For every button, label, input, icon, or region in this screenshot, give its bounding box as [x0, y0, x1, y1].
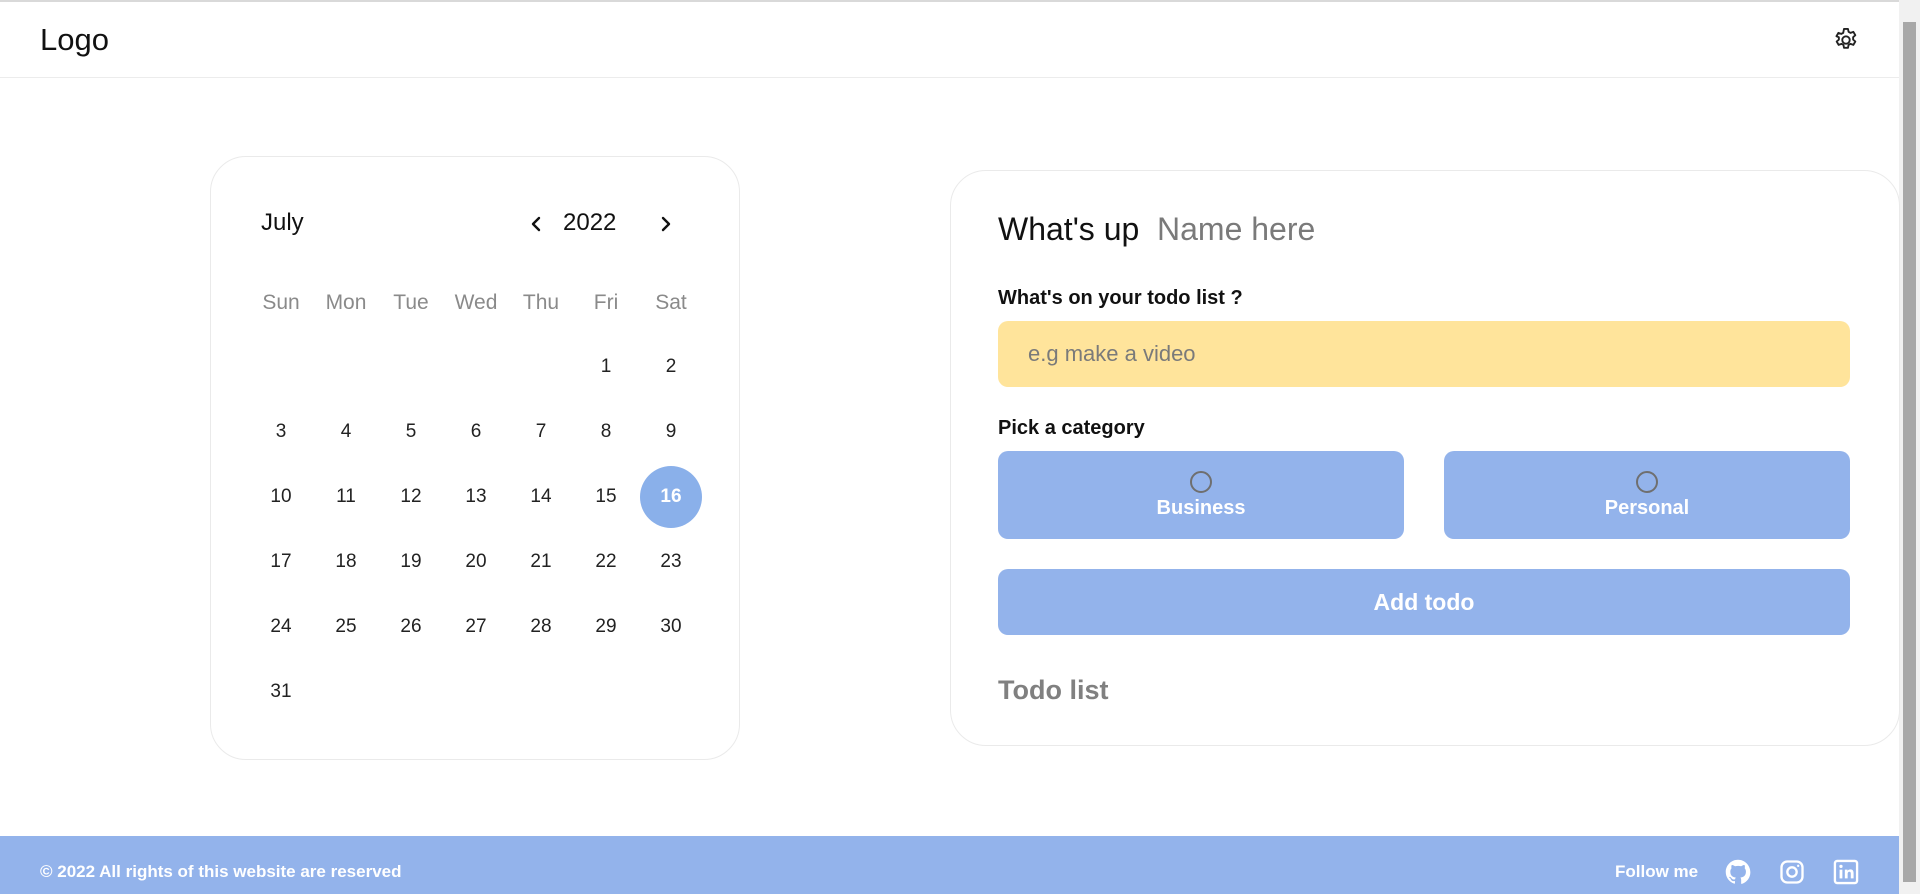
scrollbar-thumb[interactable] — [1903, 22, 1916, 882]
header: Logo — [0, 2, 1899, 78]
calendar-day[interactable]: 21 — [510, 531, 572, 593]
category-label: Pick a category — [998, 417, 1145, 439]
calendar-day[interactable]: 13 — [445, 466, 507, 528]
calendar-day[interactable]: 25 — [315, 596, 377, 658]
business-radio[interactable] — [1190, 471, 1212, 493]
linkedin-icon[interactable] — [1832, 858, 1860, 886]
calendar-day[interactable]: 23 — [640, 531, 702, 593]
calendar-day[interactable]: 26 — [380, 596, 442, 658]
greeting-text: What's up — [998, 211, 1140, 247]
category-business-option[interactable]: Business — [998, 451, 1404, 539]
todo-list-title: Todo list — [998, 675, 1109, 705]
category-personal-label: Personal — [1604, 497, 1690, 519]
todo-input[interactable] — [998, 321, 1850, 387]
calendar-day[interactable]: 22 — [575, 531, 637, 593]
calendar: July 2022 Sun Mon Tue Wed Thu Fri Sat 1 2 3 4 5 6 7 8 9… — [210, 156, 740, 760]
footer: © 2022 All rights of this website are re… — [0, 836, 1899, 894]
calendar-day[interactable]: 9 — [640, 401, 702, 463]
follow-me-label: Follow me — [1615, 862, 1699, 881]
calendar-day[interactable]: 4 — [315, 401, 377, 463]
calendar-day[interactable]: 10 — [250, 466, 312, 528]
chevron-left-icon[interactable] — [521, 209, 551, 239]
personal-radio[interactable] — [1636, 471, 1658, 493]
calendar-day[interactable]: 17 — [250, 531, 312, 593]
add-todo-button[interactable]: Add todo — [998, 569, 1850, 635]
chevron-right-icon[interactable] — [651, 209, 681, 239]
calendar-day-selected[interactable]: 16 — [640, 466, 702, 528]
calendar-day[interactable]: 1 — [575, 336, 637, 398]
copyright-text: © 2022 All rights of this website are re… — [40, 862, 402, 881]
calendar-day[interactable]: 7 — [510, 401, 572, 463]
calendar-day[interactable]: 15 — [575, 466, 637, 528]
scrollbar[interactable] — [1899, 0, 1920, 894]
weekday-sun: Sun — [262, 291, 300, 314]
weekday-fri: Fri — [593, 291, 619, 314]
todo-card: What's up What's on your todo list ? Pic… — [950, 170, 1900, 746]
calendar-day[interactable]: 27 — [445, 596, 507, 658]
weekday-thu: Thu — [522, 291, 560, 314]
calendar-month: July — [261, 209, 304, 236]
calendar-day[interactable]: 3 — [250, 401, 312, 463]
gear-icon[interactable] — [1832, 26, 1860, 54]
calendar-day[interactable]: 12 — [380, 466, 442, 528]
weekday-wed: Wed — [454, 291, 498, 314]
todo-input-label: What's on your todo list ? — [998, 287, 1243, 309]
calendar-day[interactable]: 24 — [250, 596, 312, 658]
calendar-day[interactable]: 6 — [445, 401, 507, 463]
weekday-tue: Tue — [393, 291, 429, 314]
name-input[interactable] — [1157, 207, 1557, 251]
calendar-day[interactable]: 31 — [250, 661, 312, 723]
calendar-day[interactable]: 29 — [575, 596, 637, 658]
calendar-day[interactable]: 30 — [640, 596, 702, 658]
calendar-day[interactable]: 11 — [315, 466, 377, 528]
category-personal-option[interactable]: Personal — [1444, 451, 1850, 539]
weekday-mon: Mon — [325, 291, 367, 314]
weekday-sat: Sat — [655, 291, 687, 314]
logo[interactable]: Logo — [40, 22, 109, 58]
calendar-day[interactable]: 18 — [315, 531, 377, 593]
calendar-day[interactable]: 5 — [380, 401, 442, 463]
calendar-day[interactable]: 19 — [380, 531, 442, 593]
calendar-day[interactable]: 8 — [575, 401, 637, 463]
calendar-day[interactable]: 2 — [640, 336, 702, 398]
calendar-day[interactable]: 28 — [510, 596, 572, 658]
calendar-year: 2022 — [563, 209, 617, 236]
instagram-icon[interactable] — [1778, 858, 1806, 886]
calendar-day[interactable]: 14 — [510, 466, 572, 528]
github-icon[interactable] — [1724, 858, 1752, 886]
category-business-label: Business — [1156, 497, 1246, 519]
calendar-day[interactable]: 20 — [445, 531, 507, 593]
